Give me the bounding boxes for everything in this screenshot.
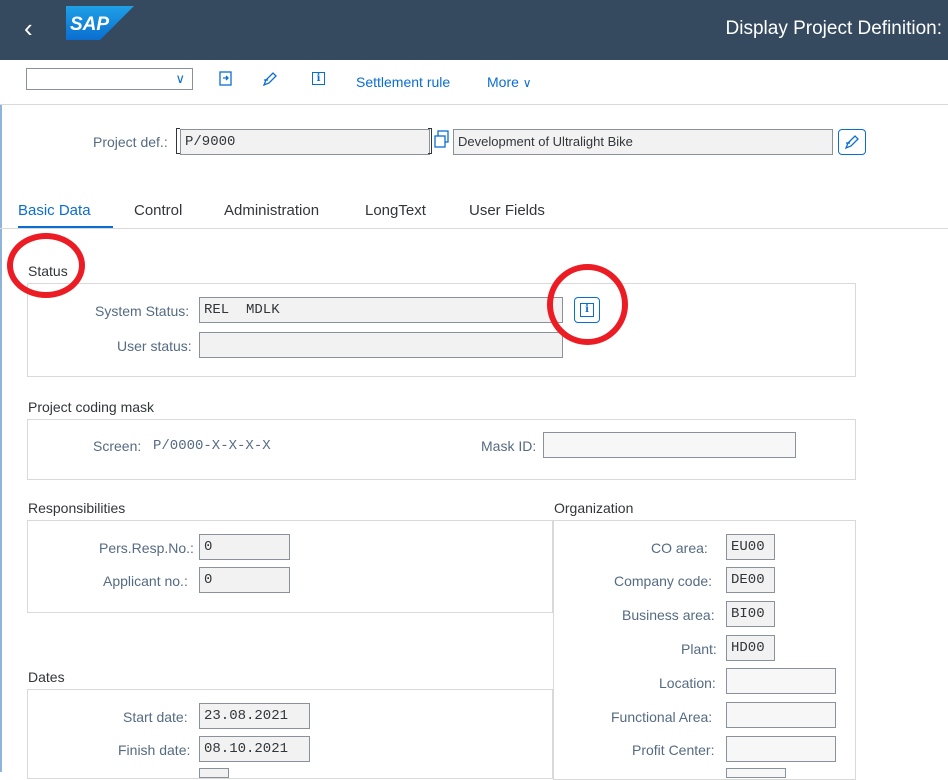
project-description-field: Development of Ultralight Bike [453,129,833,155]
partial-date-field[interactable] [199,768,229,778]
chevron-down-icon: ∨ [522,76,532,90]
dates-section-title: Dates [28,669,65,685]
responsibilities-section-title: Responsibilities [28,500,126,516]
plant-label: Plant: [681,641,717,657]
system-status-label: System Status: [95,303,190,319]
mask-id-field[interactable] [543,432,796,458]
business-area-label: Business area: [622,607,715,623]
organization-section-title: Organization [554,500,634,516]
pers-resp-label: Pers.Resp.No.: [99,540,194,556]
system-status-field: REL MDLK [199,297,563,323]
functional-area-label: Functional Area: [611,709,713,725]
more-label: More [487,74,519,90]
company-code-label: Company code: [614,573,713,589]
back-button[interactable]: ‹ [24,13,46,47]
tab-divider [0,228,948,229]
edit-description-button[interactable] [838,129,866,155]
screen-label: Screen: [93,438,142,454]
toolbar: ∨ i Settlement rule More ∨ [0,60,948,104]
user-status-field[interactable] [199,332,563,358]
applicant-field[interactable]: 0 [199,567,290,593]
sap-logo: SAP [66,6,134,40]
tab-longtext[interactable]: LongText [365,202,426,219]
screen-value: P/0000-X-X-X-X [153,438,271,454]
chevron-left-icon: ‹ [24,13,33,43]
more-button[interactable]: More ∨ [487,74,532,90]
mask-id-label: Mask ID: [481,438,537,454]
tab-bar: Basic Data Control Administration LongTe… [0,198,948,229]
tab-user-fields[interactable]: User Fields [469,202,545,219]
shell-bar: ‹ SAP Display Project Definition: [0,0,948,60]
settlement-rule-button[interactable]: Settlement rule [356,74,450,90]
command-dropdown[interactable]: ∨ [26,68,193,90]
tab-basic-data[interactable]: Basic Data [18,202,91,219]
finish-date-field[interactable]: 08.10.2021 [199,736,310,762]
coding-mask-section-title: Project coding mask [28,399,155,415]
toolbar-divider [0,104,948,105]
tab-control[interactable]: Control [134,202,182,219]
user-status-label: User status: [117,338,192,354]
change-icon[interactable] [259,68,281,90]
functional-area-field[interactable] [726,702,836,728]
co-area-field: EU00 [726,534,775,560]
profit-center-label: Profit Center: [632,742,715,758]
info-icon: i [580,303,594,317]
business-area-field: BI00 [726,601,775,627]
status-section-title: Status [28,263,68,279]
applicant-label: Applicant no.: [103,573,188,589]
location-label: Location: [659,675,716,691]
project-def-field[interactable]: P/9000 [180,129,430,155]
co-area-label: CO area: [651,540,708,556]
start-date-field[interactable]: 23.08.2021 [199,703,310,729]
start-date-label: Start date: [123,709,188,725]
logo-text: SAP [70,14,109,35]
responsibilities-group [27,520,553,613]
partial-field[interactable] [726,768,786,778]
location-field[interactable] [726,668,836,694]
go-to-icon[interactable] [215,68,237,90]
info-icon[interactable]: i [312,72,325,85]
copy-icon[interactable] [432,130,452,152]
finish-date-label: Finish date: [118,742,191,758]
status-info-button[interactable]: i [574,297,600,323]
project-def-label: Project def.: [93,134,168,150]
plant-field: HD00 [726,635,775,661]
company-code-field: DE00 [726,567,775,593]
chevron-down-icon: ∨ [175,71,185,86]
pers-resp-field[interactable]: 0 [199,534,290,560]
page-title: Display Project Definition: [725,18,942,39]
tab-administration[interactable]: Administration [224,202,319,219]
profit-center-field[interactable] [726,736,836,762]
window-frame [0,0,2,772]
